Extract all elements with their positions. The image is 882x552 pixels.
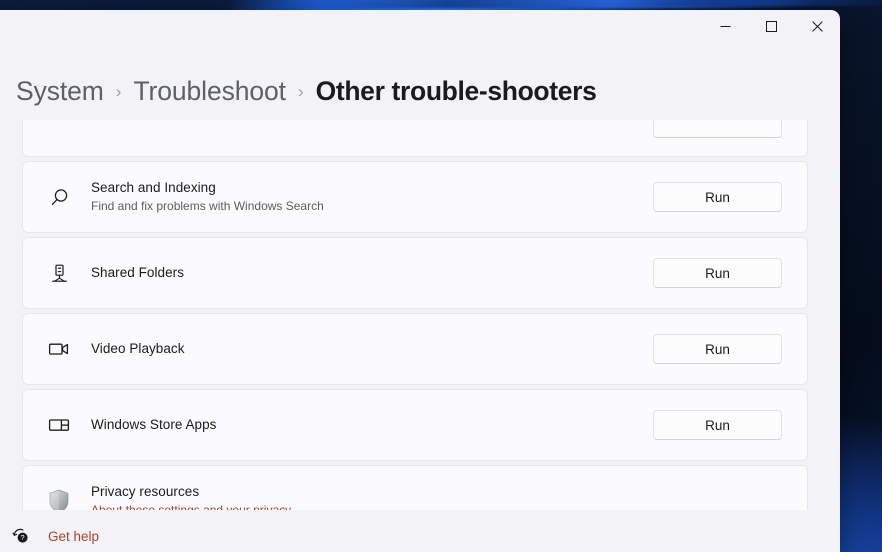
page-title: Other trouble-shooters [315,75,597,106]
breadcrumb: System › Troubleshoot › Other trouble-sh… [16,70,597,112]
privacy-resources-title: Privacy resources [91,484,200,499]
maximize-icon [765,20,777,32]
title-bar[interactable] [0,10,840,47]
wallpaper-swoosh-icon [290,0,830,8]
breadcrumb-item-troubleshoot[interactable]: Troubleshoot [133,76,286,107]
list-item-title: Shared Folders [91,265,184,280]
run-button[interactable]: Run [653,334,782,364]
svg-text:?: ? [21,535,25,542]
footer: ? Get help [0,510,840,552]
list-item-title: Windows Store Apps [91,417,217,432]
run-button[interactable]: Run [653,258,782,288]
settings-window: System › Troubleshoot › Other trouble-sh… [0,10,840,552]
minimize-button[interactable] [702,10,748,42]
list-item[interactable]: Shared Folders Run [22,237,808,309]
troubleshooter-list[interactable]: Search and Indexing Find and fix problem… [0,120,840,510]
wallpaper-swoosh-icon [600,0,882,6]
list-item[interactable] [22,120,808,157]
minimize-icon [720,21,731,32]
list-item[interactable]: Search and Indexing Find and fix problem… [22,161,808,233]
list-item-title: Search and Indexing [91,180,216,195]
close-button[interactable] [794,10,840,42]
list-item-subtitle: Find and fix problems with Windows Searc… [91,199,324,213]
search-icon [39,187,79,208]
maximize-button[interactable] [748,10,794,42]
list-item[interactable]: Windows Store Apps Run [22,389,808,461]
chevron-right-icon: › [297,82,304,101]
privacy-settings-link[interactable]: About these settings and your privacy [91,502,791,510]
help-question-icon: ? [8,526,34,546]
close-icon [811,20,823,32]
run-button[interactable]: Run [653,182,782,212]
list-item[interactable]: Video Playback Run [22,313,808,385]
store-apps-icon [39,416,79,434]
video-camera-icon [39,340,79,358]
shared-folders-icon [39,263,79,284]
breadcrumb-item-system[interactable]: System [16,76,104,107]
run-button[interactable] [653,120,782,138]
run-button[interactable]: Run [653,410,782,440]
privacy-resources-item[interactable]: Privacy resources About these settings a… [22,465,808,510]
list-item-title: Video Playback [91,341,185,356]
shield-icon [39,487,79,510]
get-help-link[interactable]: ? Get help [8,526,99,546]
chevron-right-icon: › [115,82,122,101]
get-help-label: Get help [48,528,100,544]
